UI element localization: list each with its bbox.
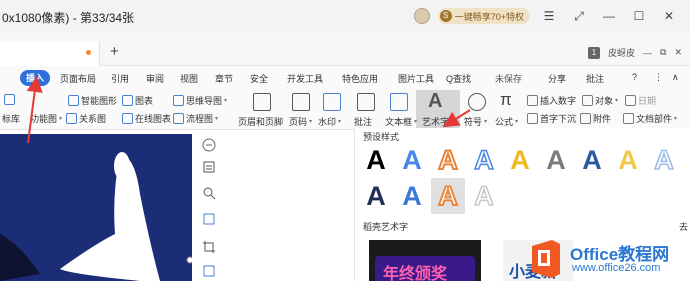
arrow-to-artword <box>442 109 471 128</box>
annotation-arrows <box>26 76 471 144</box>
arrow-to-insert <box>26 76 43 144</box>
